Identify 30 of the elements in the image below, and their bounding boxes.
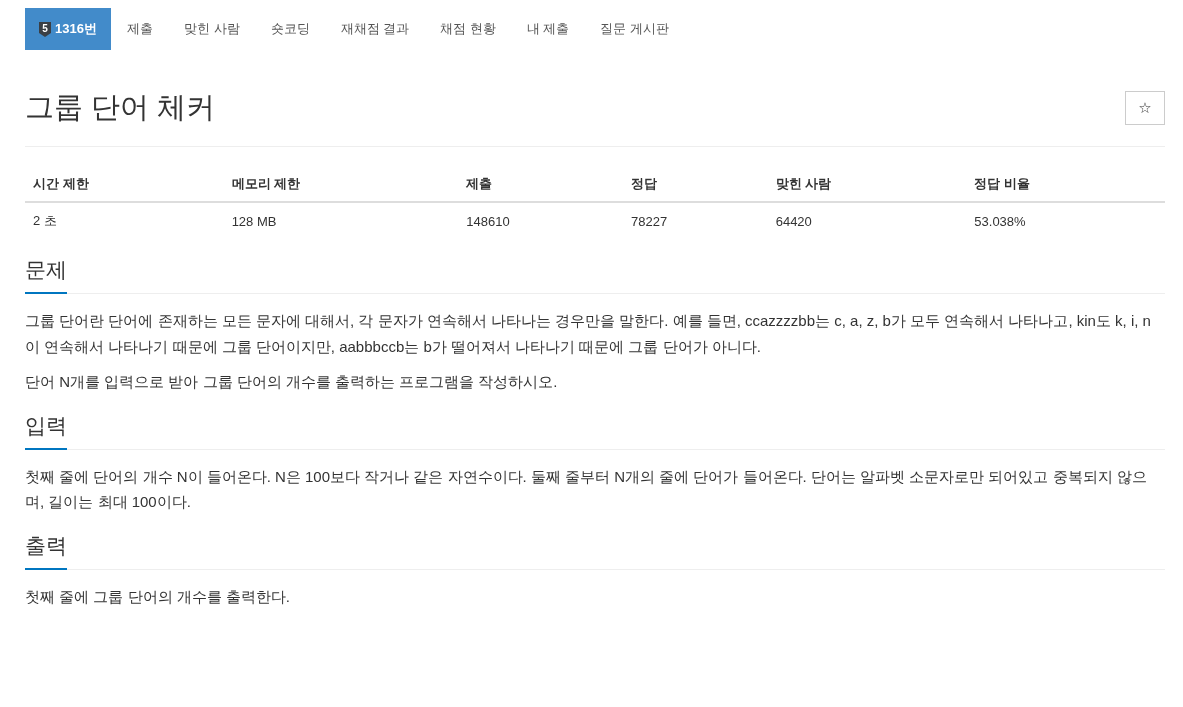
table-cell: 128 MB xyxy=(223,202,459,239)
tier-badge: 5 xyxy=(39,21,51,37)
tab[interactable]: 5 1316번 xyxy=(25,8,111,50)
tab[interactable]: 질문 게시판 xyxy=(584,8,685,50)
table-cell: 148610 xyxy=(458,202,624,239)
paragraph: 그룹 단어란 단어에 존재하는 모든 문자에 대해서, 각 문자가 연속해서 나타나는 경우만을 말한다. 예를 들면, ccazzzzbb는 c, a, z, b가 모두 연속해서 나타나고, kin도 k, i, n이 연속해서 나타나기 때문에 그룹 단어이지만, aabbbccb는 b가 떨어져서 나타나기 때문에 그룹 단어가 아니다. xyxy=(25,311,1152,357)
column-header: 정답 xyxy=(623,167,768,202)
section-heading: 문제 xyxy=(25,256,67,294)
paragraph: 단어 N개를 입력으로 받아 그룹 단어의 개수를 출력하는 프로그램을 작성하시오. xyxy=(25,372,559,392)
column-header: 정답 비율 xyxy=(966,167,1165,202)
column-header: 메모리 제한 xyxy=(223,167,459,202)
table-cell: 78227 xyxy=(623,202,768,239)
column-header: 시간 제한 xyxy=(25,167,224,202)
table-cell: 53.038% xyxy=(966,202,1165,239)
table-cell: 64420 xyxy=(767,202,967,239)
tab[interactable]: 맞힌 사람 xyxy=(167,8,255,50)
section-heading: 입력 xyxy=(25,411,67,450)
tab[interactable]: 재채점 결과 xyxy=(324,8,425,50)
paragraph: 첫째 줄에 단어의 개수 N이 들어온다. N은 100보다 작거나 같은 자연수이다. 둘째 줄부터 N개의 줄에 단어가 들어온다. 단어는 알파벳 소문자로만 되어있고 중복되지 않으며, 길이는 최대 100이다. xyxy=(25,466,1148,512)
tab[interactable]: 제출 xyxy=(110,8,168,50)
star-button[interactable]: ☆ xyxy=(1125,91,1165,125)
tab[interactable]: 채점 현황 xyxy=(424,8,511,50)
table-cell: 2 초 xyxy=(25,202,224,239)
paragraph: 첫째 줄에 그룹 단어의 개수를 출력한다. xyxy=(25,586,291,607)
section-heading: 출력 xyxy=(25,531,67,570)
column-header: 맞힌 사람 xyxy=(767,167,967,202)
problem-title: 그룹 단어 체커 xyxy=(25,90,216,125)
tab[interactable]: 내 제출 xyxy=(510,8,585,50)
column-header: 제출 xyxy=(458,167,624,202)
tab[interactable]: 숏코딩 xyxy=(254,8,325,50)
